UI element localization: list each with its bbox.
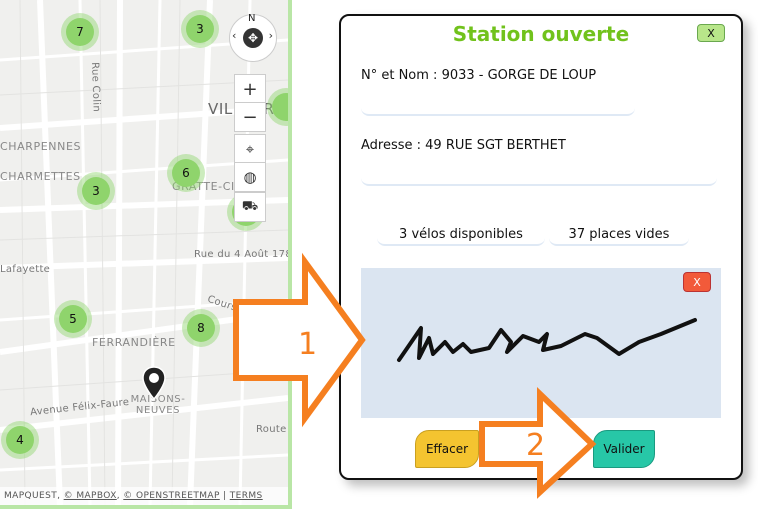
zoom-in-button[interactable]: + (234, 74, 266, 104)
station-cluster[interactable]: 6 (172, 159, 200, 187)
street-label: Rue du 4 Août 1789 (194, 249, 292, 260)
attribution-separator: | (223, 491, 227, 501)
globe-icon[interactable]: ◍ (234, 162, 266, 192)
station-address: Adresse : 49 RUE SGT BERTHET (361, 138, 566, 153)
station-cluster[interactable]: 7 (66, 18, 94, 46)
mapbox-link[interactable]: © MAPBOX (64, 491, 117, 501)
step-1-number: 1 (298, 327, 317, 362)
close-button[interactable]: X (697, 24, 725, 42)
station-cluster[interactable]: 3 (82, 177, 110, 205)
station-name: N° et Nom : 9033 - GORGE DE LOUP (361, 68, 597, 83)
district-label: CHARPENNES (0, 140, 82, 153)
compass-icon: ✥ (243, 28, 263, 48)
station-cluster[interactable]: 5 (59, 305, 87, 333)
signature-stroke (397, 318, 697, 362)
transport-icon[interactable]: ⛟ (234, 192, 266, 222)
station-cluster[interactable]: 3 (186, 15, 214, 43)
location-pin-icon[interactable] (141, 366, 167, 400)
bikes-available-badge: 3 vélos disponibles (377, 224, 545, 246)
terms-link[interactable]: TERMS (230, 491, 263, 501)
station-dialog: Station ouverte X N° et Nom : 9033 - GOR… (339, 14, 743, 480)
district-label: GRANDCLÉMENT (240, 354, 292, 367)
openstreetmap-link[interactable]: © OPENSTREETMAP (123, 491, 219, 501)
attribution-prefix: MAPQUEST, (4, 491, 61, 501)
compass-control[interactable]: N ✥ ‹ › (229, 13, 277, 62)
street-label: Route (256, 424, 287, 435)
attribution-separator: , (116, 491, 121, 501)
district-label: FERRANDIÈRE (92, 336, 176, 349)
free-places-badge: 37 places vides (549, 224, 689, 246)
divider (361, 104, 635, 116)
district-label: CHARMETTES (0, 170, 81, 183)
map-attribution: MAPQUEST, © MAPBOX , © OPENSTREETMAP | T… (0, 487, 288, 505)
dialog-title: Station ouverte (452, 22, 630, 46)
zoom-out-button[interactable]: − (234, 102, 266, 132)
pan-left-icon[interactable]: ‹ (232, 29, 236, 42)
street-label: Lafayette (0, 264, 51, 275)
station-cluster[interactable]: 8 (187, 314, 215, 342)
signature-pad[interactable]: X (361, 268, 721, 418)
validate-button[interactable]: Valider (593, 430, 655, 468)
locate-me-icon[interactable]: ⌖ (234, 134, 266, 164)
pan-right-icon[interactable]: › (269, 29, 273, 42)
station-cluster[interactable] (272, 93, 288, 121)
divider (361, 174, 717, 186)
erase-button[interactable]: Effacer (415, 430, 479, 468)
station-cluster[interactable]: 4 (6, 426, 34, 454)
street-label: Rue Colin (89, 62, 102, 113)
map-view[interactable]: Villeurba CHARPENNES CHARMETTES GRATTE-C… (0, 0, 292, 509)
compass-north-label: N (248, 13, 256, 24)
